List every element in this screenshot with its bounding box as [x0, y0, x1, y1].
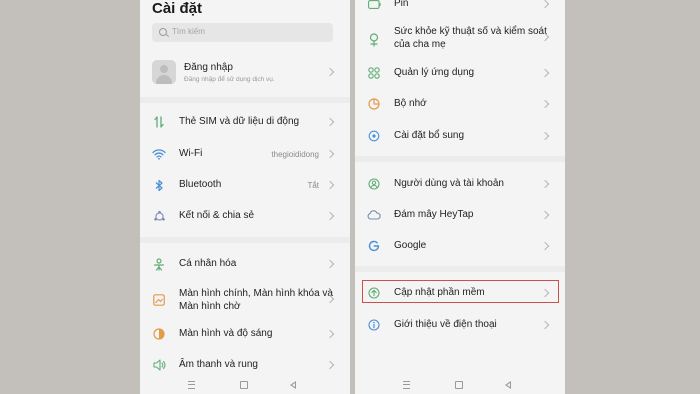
chevron-right-icon — [325, 211, 335, 221]
wifi-icon — [152, 147, 166, 161]
section-divider — [140, 237, 350, 243]
chevron-right-icon — [325, 180, 335, 190]
highlight-box — [362, 280, 559, 303]
chevron-right-icon — [325, 67, 335, 77]
search-placeholder: Tìm kiếm — [172, 27, 205, 36]
cloud-icon — [367, 208, 381, 222]
chevron-right-icon — [325, 259, 335, 269]
sound-icon — [152, 358, 166, 372]
chevron-right-icon — [540, 0, 550, 9]
battery-icon — [367, 0, 381, 11]
search-icon — [159, 28, 167, 36]
settings-screen-right: Pin Sức khỏe kỹ thuật số và kiểm soát củ… — [355, 0, 565, 394]
navigation-bar — [140, 378, 350, 394]
wifi-network-value: thegioididong — [271, 150, 319, 159]
page-title: Cài đặt — [152, 0, 203, 17]
settings-item-label: Bluetooth — [179, 179, 222, 190]
settings-screen-left: Cài đặt Tìm kiếm Đăng nhập Đăng nhập để … — [140, 0, 350, 394]
chevron-right-icon — [540, 68, 550, 78]
menu-icon[interactable] — [403, 381, 410, 389]
login-subtitle: Đăng nhập để sử dụng dịch vụ. — [184, 76, 275, 83]
settings-item-label: Google — [394, 240, 427, 251]
settings-item-label: Kết nối & chia sẻ — [179, 210, 255, 221]
storage-icon — [367, 97, 381, 111]
settings-item-label: Cá nhân hóa — [179, 258, 237, 269]
settings-item-label-line2: Màn hình chờ — [179, 301, 241, 312]
chevron-right-icon — [540, 32, 550, 42]
settings-item-label-line1: Màn hình chính, Màn hình khóa và — [179, 288, 333, 299]
connection-share-icon — [152, 209, 166, 223]
menu-icon[interactable] — [188, 381, 195, 389]
additional-settings-icon — [367, 129, 381, 143]
section-divider — [355, 156, 565, 162]
settings-item-label-line2: của cha mẹ — [394, 39, 446, 50]
chevron-right-icon — [325, 329, 335, 339]
settings-item-label: Người dùng và tài khoản — [394, 178, 504, 189]
users-accounts-icon — [367, 177, 381, 191]
home-icon[interactable] — [455, 381, 463, 389]
settings-item-label: Màn hình và độ sáng — [179, 328, 273, 339]
brightness-icon — [152, 327, 166, 341]
chevron-right-icon — [540, 99, 550, 109]
login-title: Đăng nhập — [184, 62, 233, 73]
chevron-right-icon — [540, 131, 550, 141]
settings-item-label: Đám mây HeyTap — [394, 209, 474, 220]
chevron-right-icon — [540, 241, 550, 251]
settings-item-label: Bộ nhớ — [394, 98, 427, 109]
search-input[interactable]: Tìm kiếm — [152, 23, 333, 42]
about-phone-icon — [367, 318, 381, 332]
chevron-right-icon — [325, 117, 335, 127]
settings-item-label: Giới thiệu về điện thoại — [394, 319, 497, 330]
chevron-right-icon — [325, 149, 335, 159]
settings-item-label-line1: Sức khỏe kỹ thuật số và kiểm soát — [394, 26, 547, 37]
avatar — [152, 60, 176, 84]
settings-item-label: Cài đặt bổ sung — [394, 130, 465, 141]
chevron-right-icon — [325, 360, 335, 370]
chevron-right-icon — [540, 179, 550, 189]
back-icon[interactable] — [290, 381, 296, 389]
app-management-icon — [367, 66, 381, 80]
bluetooth-icon — [152, 178, 166, 192]
section-divider — [140, 97, 350, 103]
settings-item-label: Pin — [394, 0, 409, 9]
digital-wellbeing-icon — [367, 33, 381, 47]
bluetooth-status-value: Tắt — [307, 181, 319, 190]
home-screen-icon — [152, 293, 166, 307]
chevron-right-icon — [540, 210, 550, 220]
section-divider — [355, 266, 565, 272]
chevron-right-icon — [540, 320, 550, 330]
settings-item-label: Wi-Fi — [179, 148, 203, 159]
settings-item-label: Âm thanh và rung — [179, 359, 258, 370]
navigation-bar — [355, 378, 565, 394]
settings-item-label: Quản lý ứng dụng — [394, 67, 475, 78]
settings-item-label: Thẻ SIM và dữ liệu di động — [179, 116, 300, 127]
sim-data-icon — [152, 115, 166, 129]
google-icon — [367, 239, 381, 253]
back-icon[interactable] — [505, 381, 511, 389]
home-icon[interactable] — [240, 381, 248, 389]
personalization-icon — [152, 257, 166, 271]
